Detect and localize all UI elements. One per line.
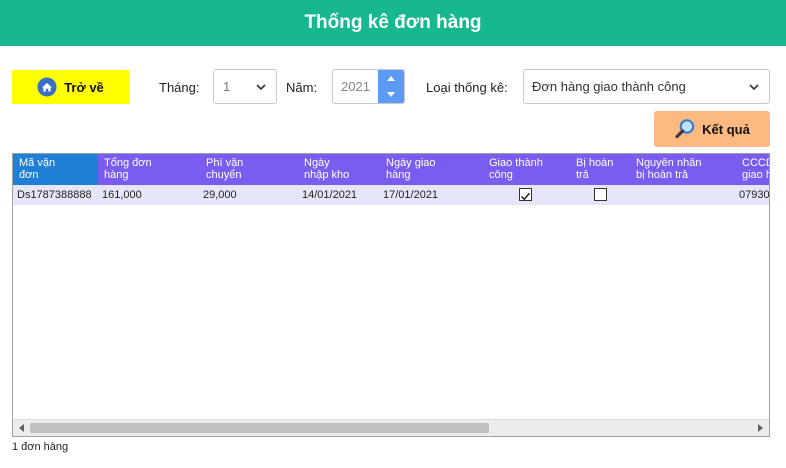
check-icon	[520, 192, 531, 201]
column-header-tong-don-hang[interactable]: Tổng đơn hàng	[98, 154, 200, 185]
column-header-phi-van-chuyen[interactable]: Phí vận chuyển	[200, 154, 298, 185]
stat-type-label: Loại thống kê:	[426, 80, 508, 95]
month-select[interactable]: 1	[213, 69, 277, 104]
column-header-bi-hoan-tra[interactable]: Bị hoàn trả	[570, 154, 630, 185]
cell-cccd: 07930	[739, 189, 770, 201]
year-increment-button[interactable]	[378, 70, 404, 87]
month-label: Tháng:	[159, 80, 200, 95]
cell-phi-van-chuyen: 29,000	[203, 189, 237, 201]
chevron-down-icon	[256, 84, 266, 91]
orders-grid[interactable]: Mã vận đơn Tổng đơn hàng Phí vận chuyển …	[12, 153, 770, 437]
cell-ngay-giao-hang: 17/01/2021	[383, 189, 439, 201]
cell-tong-don-hang: 161,000	[102, 189, 142, 201]
year-value: 2021	[341, 79, 370, 94]
horizontal-scrollbar[interactable]	[13, 419, 769, 436]
year-spinner[interactable]: 2021	[332, 69, 405, 104]
column-header-ma-van-don[interactable]: Mã vận đơn	[13, 154, 98, 185]
caret-left-icon	[19, 424, 24, 432]
cell-nguyen-nhan	[632, 185, 636, 205]
checkbox-giao-thanh-cong[interactable]	[519, 188, 532, 201]
result-button-label: Kết quả	[702, 121, 750, 137]
stat-type-value: Đơn hàng giao thành công	[532, 79, 686, 94]
result-button[interactable]: Kết quả	[654, 111, 770, 147]
home-icon	[37, 77, 57, 97]
year-spin-buttons	[378, 70, 404, 103]
caret-right-icon	[758, 424, 763, 432]
column-header-ngay-giao-hang[interactable]: Ngày giao hàng	[380, 154, 483, 185]
back-button[interactable]: Trở về	[12, 70, 129, 104]
caret-up-icon	[387, 75, 395, 81]
column-header-ngay-nhap-kho[interactable]: Ngày nhập kho	[298, 154, 380, 185]
cell-ma-van-don: Ds1787388888	[17, 189, 92, 201]
checkbox-bi-hoan-tra[interactable]	[594, 188, 607, 201]
scroll-left-button[interactable]	[13, 420, 30, 436]
stat-type-select[interactable]: Đơn hàng giao thành công	[523, 69, 770, 104]
chevron-down-icon	[749, 84, 759, 91]
scroll-thumb[interactable]	[30, 423, 489, 433]
caret-down-icon	[387, 92, 395, 98]
magnifier-icon	[675, 119, 695, 139]
title-bar: Thống kê đơn hàng	[0, 0, 786, 46]
column-header-cccd[interactable]: CCCD giao h	[736, 154, 769, 185]
page-title: Thống kê đơn hàng	[304, 12, 482, 33]
column-header-giao-thanh-cong[interactable]: Giao thành công	[483, 154, 570, 185]
year-label: Năm:	[286, 80, 318, 95]
grid-header: Mã vận đơn Tổng đơn hàng Phí vận chuyển …	[13, 154, 769, 185]
month-value: 1	[223, 79, 231, 94]
order-count: 1 đơn hàng	[12, 441, 69, 453]
year-decrement-button[interactable]	[378, 87, 404, 104]
table-row[interactable]: Ds1787388888 161,000 29,000 14/01/2021 1…	[13, 185, 770, 205]
back-button-label: Trở về	[64, 79, 104, 95]
scroll-right-button[interactable]	[752, 420, 769, 436]
cell-ngay-nhap-kho: 14/01/2021	[302, 189, 358, 201]
column-header-nguyen-nhan[interactable]: Nguyên nhân bị hoàn trả	[630, 154, 736, 185]
